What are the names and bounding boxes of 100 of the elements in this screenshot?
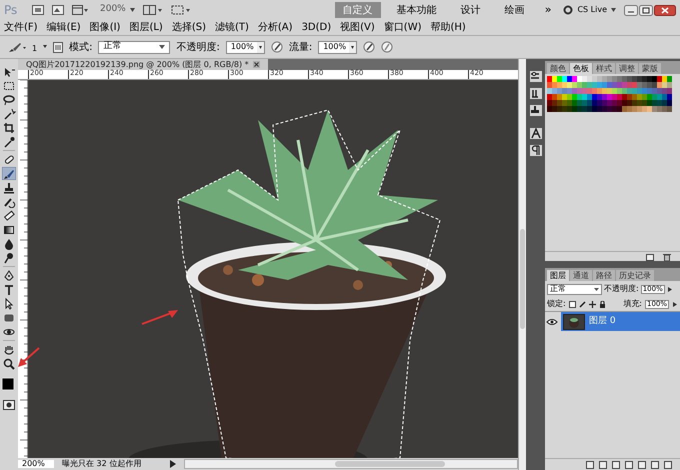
- lock-position-icon[interactable]: [588, 300, 596, 308]
- mode-label: 模式:: [69, 40, 92, 54]
- menu-item[interactable]: 编辑(E): [46, 22, 81, 32]
- menu-item[interactable]: 帮助(H): [430, 22, 466, 32]
- close-icon[interactable]: [654, 4, 676, 16]
- menu-item[interactable]: 选择(S): [172, 22, 206, 32]
- mode-value: 正常: [103, 40, 122, 54]
- panel-tab[interactable]: 通道: [570, 270, 592, 281]
- cs-live-icon[interactable]: [563, 5, 574, 15]
- caret-icon[interactable]: [170, 460, 176, 468]
- document-title: QQ图片20171220192139.png @ 200% (图层 0, RGB/8) *: [26, 60, 249, 68]
- status-info: 曝光只在 32 位起作用: [62, 460, 142, 468]
- view-extras-icon[interactable]: [72, 5, 88, 15]
- panel-tab[interactable]: 色板: [570, 63, 592, 74]
- caret-icon[interactable]: [349, 42, 356, 52]
- brush-panel-icon[interactable]: [53, 42, 64, 52]
- zoom-icon[interactable]: [2, 357, 16, 370]
- field-value: 100%: [230, 41, 255, 53]
- panel-tab[interactable]: 调整: [616, 63, 638, 74]
- drop-icon[interactable]: [2, 237, 16, 250]
- stamp-tool-icon[interactable]: [2, 181, 16, 194]
- lasso-tool-icon[interactable]: [2, 93, 16, 106]
- mini-bridge-icon[interactable]: [52, 5, 64, 15]
- move-tool-icon[interactable]: [2, 65, 16, 78]
- opacity-field[interactable]: 100%: [226, 40, 265, 54]
- menu-item[interactable]: 滤镜(T): [214, 22, 249, 32]
- panel-tab[interactable]: 颜色: [547, 63, 569, 74]
- opacity-label: 不透明度:: [176, 40, 220, 54]
- workspace-button[interactable]: 设计: [452, 2, 489, 18]
- caret-icon[interactable]: [611, 8, 616, 12]
- clone-source-icon[interactable]: [530, 105, 542, 116]
- paragraph-icon[interactable]: [530, 145, 542, 156]
- marquee-tool-icon[interactable]: [2, 79, 16, 92]
- zoom-level-dropdown[interactable]: 200%: [96, 3, 130, 17]
- gradient-tool-icon[interactable]: [2, 223, 16, 236]
- blend-mode-value: 正常: [550, 285, 566, 293]
- menu-item[interactable]: 图像(I): [90, 22, 120, 32]
- dodge-tool-icon[interactable]: [2, 251, 16, 264]
- panel-tab[interactable]: 图层: [547, 270, 569, 281]
- caret-icon[interactable]: [130, 8, 135, 12]
- new-swatch-icon[interactable]: [646, 252, 655, 260]
- brush-preset-icon[interactable]: [8, 41, 26, 53]
- flow-field[interactable]: 100%: [318, 40, 358, 54]
- layer-name: 图层 0: [589, 317, 616, 326]
- horizontal-scrollbar[interactable]: [184, 459, 518, 469]
- menu-item[interactable]: 分析(A): [258, 22, 293, 32]
- lock-pixels-icon[interactable]: [578, 300, 586, 308]
- panel-tab[interactable]: 历史记录: [616, 270, 654, 281]
- annotation-arrow: [140, 308, 180, 326]
- layer-thumbnail: [563, 314, 585, 330]
- adjustments-icon[interactable]: [530, 71, 542, 82]
- eye-icon[interactable]: [546, 318, 558, 326]
- flow-label: 流量:: [288, 40, 312, 54]
- layer-row[interactable]: 图层 0: [561, 312, 680, 331]
- caret-icon[interactable]: [256, 42, 264, 52]
- panel-tab[interactable]: 路径: [593, 270, 615, 281]
- workspace-button[interactable]: 绘画: [496, 2, 533, 18]
- bandage-icon[interactable]: [2, 153, 16, 166]
- panel-tab[interactable]: 蒙版: [639, 63, 661, 74]
- blend-mode-dropdown[interactable]: 正常: [547, 284, 602, 294]
- bridge-icon[interactable]: [32, 5, 44, 15]
- airbrush-icon[interactable]: [270, 41, 283, 53]
- pen-tool-icon[interactable]: [2, 269, 16, 282]
- app-logo: Ps: [4, 2, 18, 19]
- workspace-button[interactable]: 基本功能: [388, 2, 445, 18]
- cs-live-button[interactable]: CS Live: [577, 4, 607, 16]
- swatch-grid-drawing[interactable]: [547, 76, 672, 112]
- airbrush-icon[interactable]: [363, 41, 376, 53]
- vertical-scrollbar[interactable]: [518, 59, 526, 470]
- screen-mode-icon[interactable]: [170, 5, 191, 15]
- brush-size-label: 1: [32, 43, 38, 55]
- menu-item[interactable]: 文件(F): [4, 22, 38, 32]
- menu-item[interactable]: 图层(L): [129, 22, 163, 32]
- document-tab[interactable]: QQ图片20171220192139.png @ 200% (图层 0, RGB/8) *: [18, 59, 268, 70]
- menu-item[interactable]: 3D(D): [302, 22, 332, 32]
- more-workspaces-button[interactable]: »: [540, 2, 556, 18]
- quick-mask-icon[interactable]: [3, 400, 15, 410]
- mode-dropdown[interactable]: 正常: [98, 40, 170, 54]
- minimize-icon[interactable]: [624, 4, 638, 16]
- opacity-label: 不透明度:: [604, 285, 639, 293]
- arrange-documents-icon[interactable]: [142, 5, 163, 15]
- maximize-icon[interactable]: [639, 4, 653, 16]
- caret-icon: [159, 45, 166, 49]
- panel-tab[interactable]: 样式: [593, 63, 615, 74]
- close-icon[interactable]: [252, 61, 260, 68]
- lock-icon[interactable]: [598, 300, 606, 308]
- caret-icon[interactable]: [43, 45, 48, 49]
- hand-tool-icon[interactable]: [2, 343, 16, 356]
- lock-transparency-icon[interactable]: [568, 300, 576, 308]
- menu-item[interactable]: 窗口(W): [384, 22, 422, 32]
- tablet-pressure-icon[interactable]: [381, 41, 394, 53]
- magic-wand-icon[interactable]: [2, 107, 16, 120]
- zoom-field[interactable]: 200%: [18, 460, 54, 468]
- type-tool-icon[interactable]: [2, 283, 16, 296]
- menu-item[interactable]: 视图(V): [340, 22, 375, 32]
- crop-tool-icon[interactable]: [2, 121, 16, 134]
- lock-label: 锁定:: [547, 300, 566, 308]
- eyedropper-icon[interactable]: [2, 135, 16, 148]
- brush-tool-icon[interactable]: [2, 167, 16, 180]
- character-icon[interactable]: [530, 128, 542, 139]
